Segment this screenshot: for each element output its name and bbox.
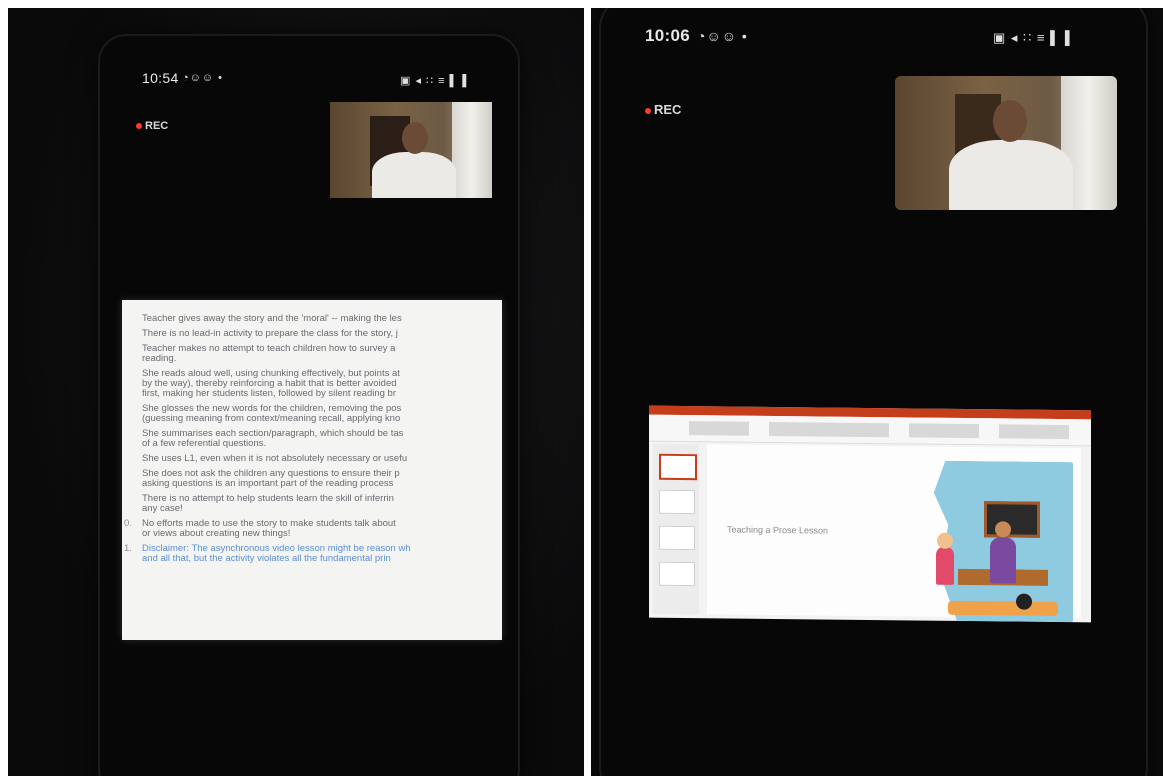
bullet-item: of a few referential questions. [142, 439, 267, 449]
ball-shape [1016, 593, 1032, 610]
bullet-item: asking questions is an important part of… [142, 479, 394, 489]
status-signal-icons: ▣ ◂ ∷ ≡ ▌▐ [993, 30, 1071, 45]
rec-indicator: REC [136, 120, 168, 132]
rec-label: REC [654, 102, 682, 117]
shared-slide: Teacher gives away the story and the 'mo… [122, 300, 502, 640]
presenter-body [372, 152, 456, 198]
bullet-item: There is no lead-in activity to prepare … [142, 329, 398, 339]
presenter-head [993, 100, 1027, 142]
status-time: 10:54 [142, 70, 179, 86]
bullet-item: She uses L1, even when it is not absolut… [142, 454, 408, 464]
left-photo: 10:54 ◔☺☺ • ▣ ◂ ∷ ≡ ▌▐ REC Teacher gives… [8, 8, 584, 776]
slide-title: Teaching a Prose Lesson [727, 524, 829, 536]
phone-right: 10:06 ◔☺☺ • ▣ ◂ ∷ ≡ ▌▐ REC [601, 8, 1146, 776]
video-thumbnail[interactable] [895, 76, 1117, 210]
ribbon-group[interactable] [769, 421, 889, 438]
child-head [937, 532, 953, 549]
slide-canvas[interactable]: Teaching a Prose Lesson [707, 444, 1081, 618]
video-thumbnail[interactable] [330, 102, 492, 198]
bullet-item: There is no attempt to help students lea… [142, 494, 394, 504]
ribbon-group[interactable] [689, 421, 749, 436]
bullet-item: first, making her students listen, follo… [142, 389, 396, 399]
bullet-item: any case! [142, 504, 183, 514]
bullet-item: She does not ask the children any questi… [142, 469, 400, 479]
camera-curtain [452, 102, 492, 198]
status-notification-icons: ◔☺☺ • [182, 72, 224, 84]
rec-indicator: REC [645, 102, 681, 117]
floor-shape [948, 600, 1058, 616]
disclaimer-item: and all that, but the activity violates … [142, 554, 391, 564]
child-figure [936, 532, 954, 585]
bullet-item: She reads aloud well, using chunking eff… [142, 369, 400, 379]
bullet-item: by the way), thereby reinforcing a habit… [142, 379, 397, 389]
status-time: 10:06 [645, 26, 690, 45]
slide-thumbnail-pane [653, 443, 699, 615]
rec-dot-icon [645, 107, 651, 114]
bullet-item: (guessing meaning from context/meaning r… [142, 414, 401, 424]
presenter-body [949, 140, 1073, 210]
ribbon-group[interactable] [999, 424, 1069, 440]
status-notification-icons: ◔☺☺ • [697, 28, 748, 44]
photo-divider [584, 8, 591, 776]
blackboard-shape [984, 501, 1040, 538]
slide-thumbnail[interactable] [659, 489, 695, 515]
bullet-item: reading. [142, 354, 177, 364]
slide-bullet-list: Teacher gives away the story and the 'mo… [122, 300, 502, 564]
teacher-head [995, 521, 1011, 538]
ppt-ribbon[interactable] [649, 414, 1091, 447]
bullet-item: 0. No efforts made to use the story to ma… [124, 519, 396, 529]
status-signal-icons: ▣ ◂ ∷ ≡ ▌▐ [400, 75, 468, 87]
powerpoint-window: Teaching a Prose Lesson [649, 405, 1091, 623]
bullet-item: She summarises each section/paragraph, w… [142, 429, 404, 439]
classroom-illustration [928, 461, 1073, 623]
rec-dot-icon [136, 123, 142, 130]
bullet-item: Teacher makes no attempt to teach childr… [142, 344, 396, 354]
bullet-item: Teacher gives away the story and the 'mo… [142, 314, 402, 324]
rec-label: REC [145, 120, 169, 132]
disclaimer-item: 1. Disclaimer: The asynchronous video les… [124, 544, 411, 554]
slide-thumbnail[interactable] [659, 561, 695, 587]
slide-thumbnail[interactable] [659, 525, 695, 551]
bullet-item: or views about creating new things! [142, 529, 291, 539]
slide-thumbnail[interactable] [659, 453, 697, 481]
presenter-head [402, 122, 428, 154]
ribbon-group[interactable] [909, 423, 979, 439]
bullet-item: She glosses the new words for the childr… [142, 404, 402, 414]
teacher-figure [990, 521, 1016, 584]
right-photo: 10:06 ◔☺☺ • ▣ ◂ ∷ ≡ ▌▐ REC Teaching a Pr… [591, 8, 1163, 776]
